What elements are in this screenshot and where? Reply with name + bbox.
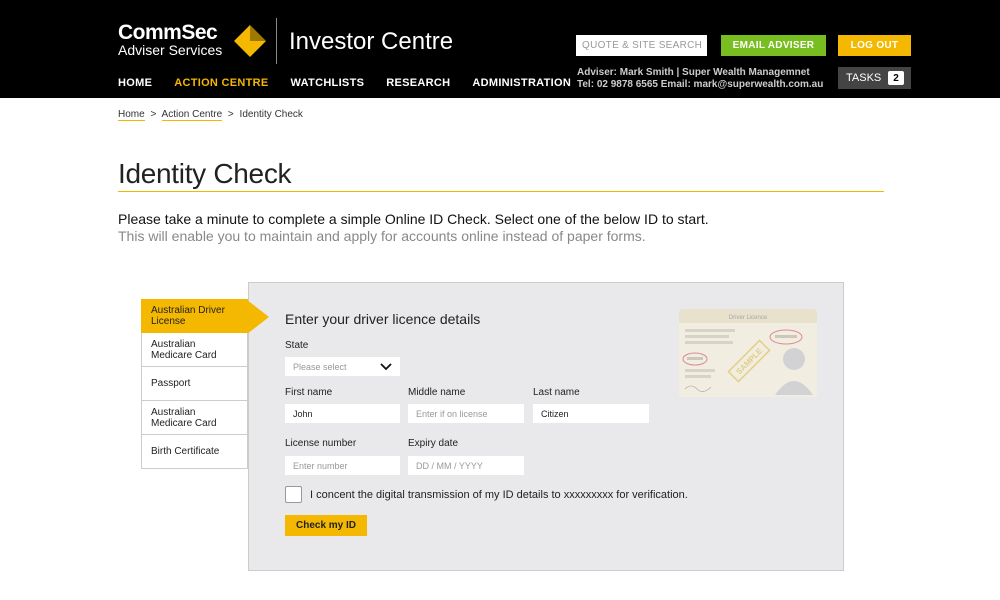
logo-divider <box>276 18 277 64</box>
first-name-label: First name <box>285 387 333 398</box>
expiry-date-label: Expiry date <box>408 438 459 449</box>
tab-label: Australian Medicare Card <box>151 338 217 361</box>
breadcrumb-separator: > <box>227 109 234 120</box>
breadcrumb-home-link[interactable]: Home <box>118 109 145 121</box>
nav-watchlists[interactable]: WATCHLISTS <box>291 77 365 89</box>
form-title: Enter your driver licence details <box>285 311 481 327</box>
nav-administration[interactable]: ADMINISTRATION <box>472 77 571 89</box>
tasks-label: TASKS <box>846 72 882 84</box>
tab-label: Australian Medicare Card <box>151 406 217 429</box>
breadcrumb-separator: > <box>150 109 157 120</box>
state-select-value: Please select <box>293 361 347 372</box>
top-header: CommSec Adviser Services Investor Centre… <box>0 0 1000 98</box>
first-name-field[interactable] <box>285 404 400 423</box>
nav-research[interactable]: RESEARCH <box>386 77 450 89</box>
page-title: Identity Check <box>118 158 292 189</box>
intro-text: Please take a minute to complete a simpl… <box>118 211 709 227</box>
breadcrumb: Home > Action Centre > Identity Check <box>118 109 303 121</box>
nav-home[interactable]: HOME <box>118 77 152 89</box>
nav-action-centre[interactable]: ACTION CENTRE <box>174 77 268 89</box>
last-name-field[interactable] <box>533 404 649 423</box>
middle-name-field[interactable] <box>408 404 524 423</box>
tasks-count-badge: 2 <box>888 71 904 85</box>
logout-button[interactable]: LOG OUT <box>838 35 911 56</box>
license-number-label: License number <box>285 438 357 449</box>
tasks-button[interactable]: TASKS 2 <box>838 67 911 89</box>
tab-medicare-card[interactable]: Australian Medicare Card <box>141 333 248 367</box>
id-form-panel: Enter your driver licence details State … <box>248 282 844 571</box>
brand-subtitle: Adviser Services <box>118 42 223 58</box>
intro-subtext: This will enable you to maintain and app… <box>118 228 646 244</box>
tab-label: Birth Certificate <box>151 446 220 457</box>
brand-logo-text[interactable]: CommSec <box>118 22 218 43</box>
tab-birth-certificate[interactable]: Birth Certificate <box>141 435 248 469</box>
license-card-heading: Driver Licence <box>729 315 768 321</box>
commbank-diamond-icon <box>234 25 266 57</box>
license-sample-image: Driver Licence SAMPLE <box>679 309 817 397</box>
license-number-field[interactable] <box>285 456 400 475</box>
title-divider <box>118 191 884 192</box>
tab-passport[interactable]: Passport <box>141 367 248 401</box>
product-title: Investor Centre <box>289 28 454 55</box>
breadcrumb-action-centre-link[interactable]: Action Centre <box>161 109 223 121</box>
tab-label: Australian Driver License <box>151 305 225 327</box>
tab-label: Passport <box>151 378 191 389</box>
adviser-contact: Tel: 02 9878 6565 Email: mark@superwealt… <box>577 79 824 90</box>
consent-checkbox[interactable] <box>285 486 302 503</box>
breadcrumb-current: Identity Check <box>239 109 303 120</box>
tab-medicare-card-2[interactable]: Australian Medicare Card <box>141 401 248 435</box>
chevron-down-icon <box>380 362 392 370</box>
middle-name-label: Middle name <box>408 387 466 398</box>
check-my-id-button[interactable]: Check my ID <box>285 515 367 536</box>
adviser-info: Adviser: Mark Smith | Super Wealth Manag… <box>577 67 810 78</box>
last-name-label: Last name <box>533 387 580 398</box>
id-type-tabs: Australian Driver License Australian Med… <box>141 299 269 469</box>
expiry-date-field[interactable] <box>408 456 524 475</box>
email-adviser-button[interactable]: EMAIL ADVISER <box>721 35 826 56</box>
state-label: State <box>285 340 309 351</box>
main-nav: HOME ACTION CENTRE WATCHLISTS RESEARCH A… <box>118 77 593 89</box>
state-select[interactable]: Please select <box>285 357 400 376</box>
consent-label: I concent the digital transmission of my… <box>310 489 688 501</box>
tab-driver-license[interactable]: Australian Driver License <box>141 299 269 334</box>
site-search-input[interactable] <box>576 35 707 56</box>
